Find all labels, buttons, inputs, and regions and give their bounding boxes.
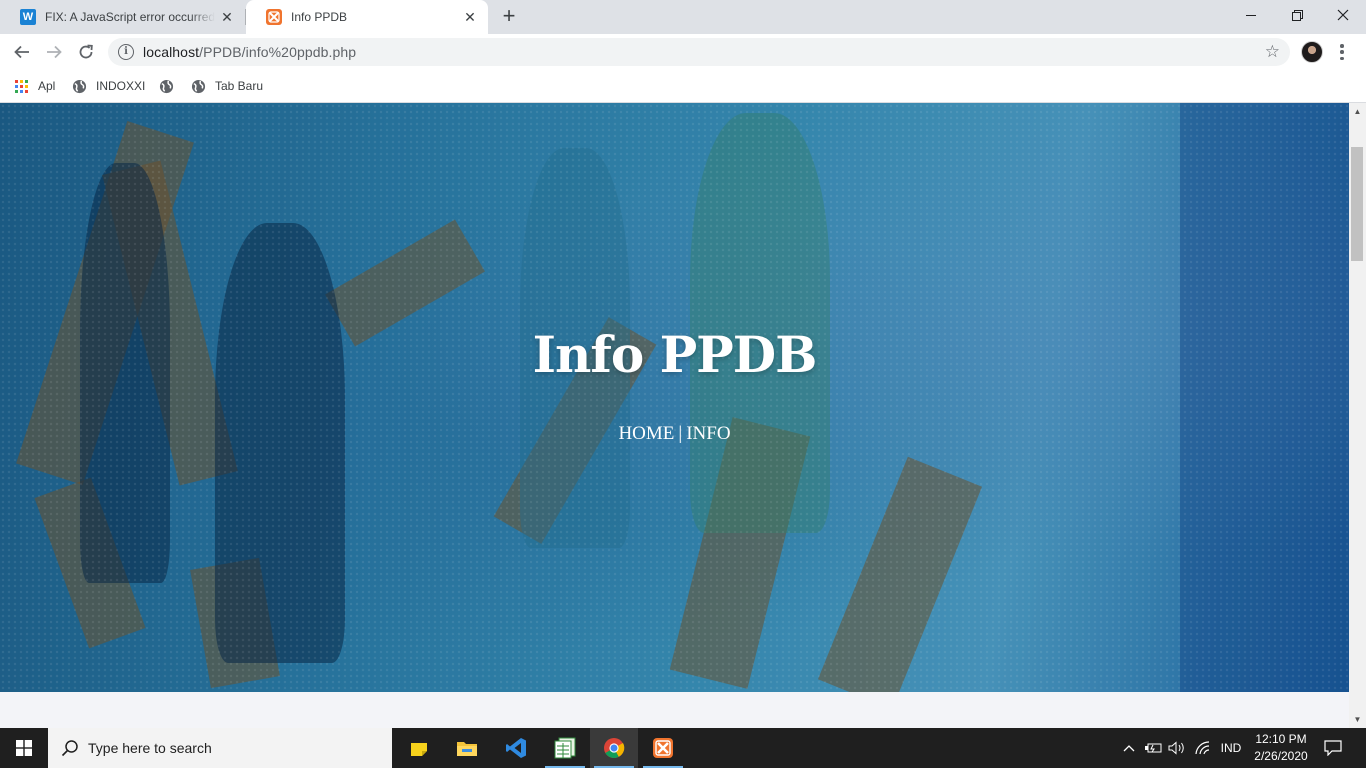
page-title: Info PPDB [532, 325, 818, 384]
action-center-icon[interactable] [1318, 728, 1348, 768]
xampp-icon[interactable] [639, 728, 687, 768]
url-host: localhost [143, 44, 200, 60]
page-scrollbar[interactable]: ▲ ▼ [1349, 103, 1366, 728]
profile-avatar[interactable] [1301, 41, 1323, 63]
sheets-icon[interactable] [541, 728, 589, 768]
bookmark-tab-baru[interactable]: Tab Baru [191, 76, 263, 96]
sticky-notes-icon[interactable] [395, 728, 443, 768]
tab-strip: W FIX: A JavaScript error occurred in ✕ … [0, 0, 1366, 34]
show-hidden-icons-chevron-icon[interactable] [1120, 728, 1138, 768]
scroll-up-arrow-icon[interactable]: ▲ [1349, 103, 1366, 120]
wp-favicon-icon: W [20, 9, 36, 25]
tab-title: FIX: A JavaScript error occurred in [45, 10, 215, 24]
xampp-favicon-icon [266, 9, 282, 25]
bookmark-label: INDOXXI [96, 79, 146, 93]
restore-icon[interactable] [1274, 0, 1320, 30]
bookmark-label: Apl [38, 79, 56, 93]
forward-arrow-icon[interactable] [40, 38, 68, 66]
minimize-icon[interactable] [1228, 0, 1274, 30]
bookmark-star-icon[interactable]: ☆ [1265, 42, 1280, 62]
volume-icon[interactable] [1166, 728, 1188, 768]
tab-fix-javascript-error[interactable]: W FIX: A JavaScript error occurred in ✕ [0, 0, 245, 34]
address-bar[interactable]: i localhost/PPDB/info%20ppdb.php ☆ [108, 38, 1290, 66]
breadcrumb: HOME | INFO [0, 423, 1349, 445]
globe-icon [159, 79, 174, 93]
search-placeholder: Type here to search [88, 740, 212, 756]
bookmark-apps[interactable]: Apl [15, 76, 55, 96]
scroll-thumb[interactable] [1351, 147, 1363, 261]
hero-overlay [0, 103, 1349, 692]
new-tab-button[interactable]: + [498, 5, 520, 28]
battery-icon[interactable] [1142, 728, 1164, 768]
close-window-icon[interactable] [1320, 0, 1366, 30]
clock-date: 2/26/2020 [1254, 749, 1308, 763]
bookmark-untitled[interactable] [159, 76, 183, 96]
url-text[interactable]: localhost/PPDB/info%20ppdb.php [143, 44, 356, 60]
wifi-icon[interactable] [1191, 728, 1213, 768]
bookmark-label: Tab Baru [215, 79, 264, 93]
chrome-icon[interactable] [590, 728, 638, 768]
page-viewport: Info PPDB HOME | INFO [0, 103, 1349, 728]
back-arrow-icon[interactable] [8, 38, 36, 66]
vscode-icon[interactable] [492, 728, 540, 768]
browser-menu-icon[interactable] [1334, 42, 1350, 62]
tab-title: Info PPDB [291, 10, 348, 24]
taskbar-search-input[interactable]: Type here to search [48, 728, 392, 768]
search-icon [61, 740, 78, 757]
input-language-indicator[interactable]: IND [1216, 728, 1246, 768]
clock-time: 12:10 PM [1255, 732, 1307, 746]
tab-info-ppdb[interactable]: Info PPDB ✕ [246, 0, 488, 34]
hero-banner: Info PPDB HOME | INFO [0, 103, 1349, 692]
breadcrumb-home[interactable]: HOME [618, 423, 674, 444]
url-path: /PPDB/info%20ppdb.php [199, 44, 357, 60]
close-tab-icon[interactable]: ✕ [219, 9, 235, 25]
bookmark-indoxxi[interactable]: INDOXXI [72, 76, 145, 96]
scroll-down-arrow-icon[interactable]: ▼ [1349, 711, 1366, 728]
system-clock[interactable]: 12:10 PM 2/26/2020 [1250, 731, 1312, 765]
file-explorer-icon[interactable] [443, 728, 491, 768]
site-info-icon[interactable]: i [118, 44, 134, 60]
breadcrumb-separator: | [678, 423, 683, 444]
globe-icon [72, 79, 87, 93]
breadcrumb-current: INFO [686, 423, 731, 444]
bookmarks-bar: Apl INDOXXI Tab Baru [0, 70, 1366, 103]
browser-toolbar: i localhost/PPDB/info%20ppdb.php ☆ [0, 34, 1366, 70]
windows-start-icon[interactable] [0, 728, 48, 768]
close-tab-icon[interactable]: ✕ [462, 9, 478, 25]
reload-icon[interactable] [72, 38, 100, 66]
apps-grid-icon [15, 79, 28, 93]
globe-icon [191, 79, 206, 93]
windows-taskbar: Type here to search IND 12:10 PM 2/26/20… [0, 728, 1366, 768]
